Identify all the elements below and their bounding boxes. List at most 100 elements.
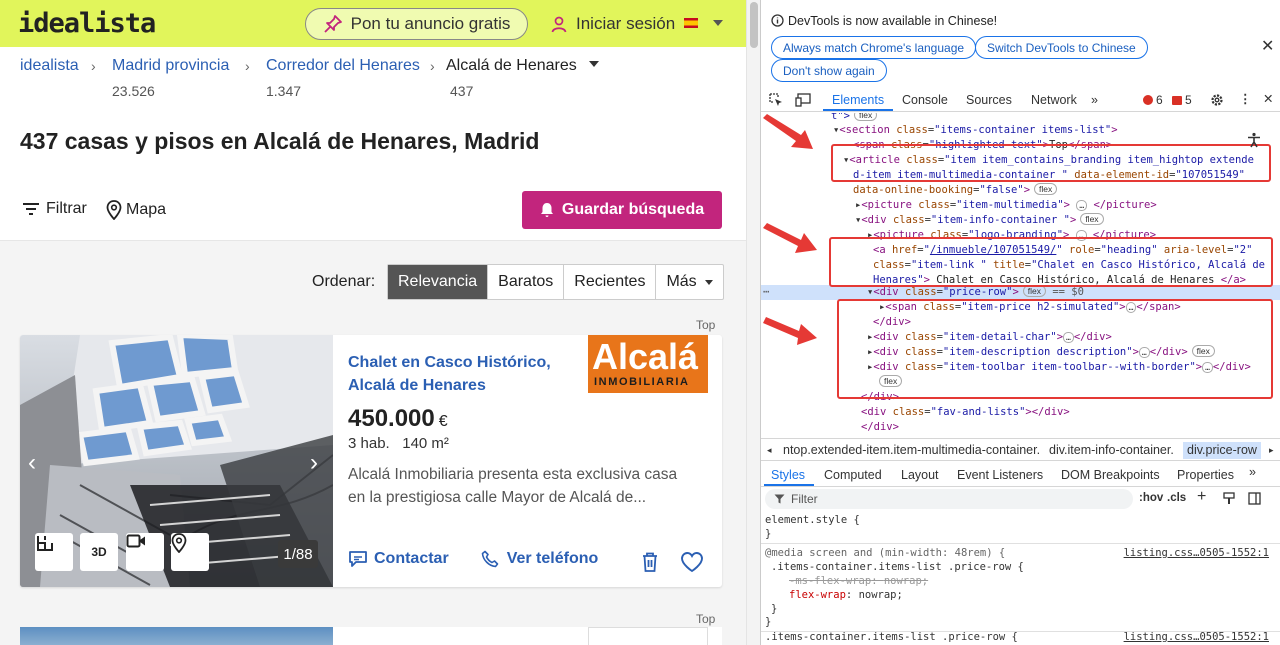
- video-icon[interactable]: [126, 533, 164, 571]
- warning-count[interactable]: 5: [1172, 93, 1192, 107]
- accessibility-icon[interactable]: [1247, 132, 1261, 148]
- filter-button[interactable]: Filtrar: [22, 200, 87, 218]
- sidebar-toggle-icon[interactable]: [1248, 492, 1261, 505]
- flex-badge[interactable]: flex: [1080, 213, 1104, 225]
- save-search-button[interactable]: Guardar búsqueda: [522, 191, 722, 229]
- style-declaration[interactable]: flex-wrap: nowrap;: [789, 588, 903, 603]
- flex-badge[interactable]: flex: [853, 113, 878, 121]
- page-scrollbar[interactable]: [746, 0, 760, 645]
- listing-title-link[interactable]: Chalet en Casco Histórico, Alcalá de Hen…: [348, 351, 563, 397]
- devtools-language-banner: DevTools is now available in Chinese! Al…: [761, 0, 1280, 86]
- sort-option-more[interactable]: Más: [656, 265, 722, 299]
- breadcrumb-item-province[interactable]: Madrid provincia 23.526: [112, 57, 229, 99]
- page-title: 437 casas y pisos en Alcalá de Henares, …: [20, 128, 540, 154]
- dom-line[interactable]: ▾<section class="items-container items-l…: [833, 123, 1118, 138]
- style-declaration-overridden[interactable]: -ms-flex-wrap: nowrap;: [789, 574, 928, 589]
- close-devtools-icon[interactable]: ✕: [1263, 91, 1273, 106]
- style-rule-close: }: [765, 616, 772, 628]
- tab-computed[interactable]: Computed: [824, 468, 882, 482]
- publish-ad-button[interactable]: Pon tu anuncio gratis: [305, 8, 528, 40]
- style-rule-selector[interactable]: .items-container.items-list .price-row {: [771, 560, 1024, 575]
- login-link[interactable]: Iniciar sesión: [550, 14, 675, 34]
- switch-language-button[interactable]: Switch DevTools to Chinese: [975, 36, 1148, 59]
- filter-funnel-icon: [774, 494, 785, 504]
- agency-logo[interactable]: [588, 627, 708, 645]
- scrollbar-thumb[interactable]: [750, 2, 758, 48]
- style-source-link[interactable]: listing.css…0505-1552:1: [1124, 631, 1269, 643]
- close-icon[interactable]: ✕: [1261, 36, 1274, 56]
- breadcrumb-item-current[interactable]: Alcalá de Henares 437: [446, 57, 600, 99]
- agency-logo-subtitle: INMOBILIARIA: [594, 376, 690, 388]
- idealista-logo[interactable]: idealista: [18, 8, 156, 39]
- styles-filter-input[interactable]: Filter: [765, 489, 1133, 509]
- dont-show-again-button[interactable]: Don't show again: [771, 59, 887, 82]
- tab-network[interactable]: Network: [1031, 93, 1077, 107]
- kebab-menu-icon[interactable]: ⋮: [1239, 91, 1252, 106]
- listing-card: ‹ › 3D 1/88 Chalet en Casco Histórico, A…: [20, 335, 722, 587]
- hover-state-toggle[interactable]: :hov: [1139, 492, 1163, 504]
- breadcrumb-link[interactable]: Madrid provincia: [112, 57, 229, 77]
- tab-sources[interactable]: Sources: [966, 93, 1012, 107]
- spain-flag-icon[interactable]: [684, 18, 698, 28]
- next-photo-icon[interactable]: ›: [310, 449, 318, 477]
- 3d-tour-icon[interactable]: 3D: [80, 533, 118, 571]
- tab-event-listeners[interactable]: Event Listeners: [957, 468, 1043, 482]
- tab-styles[interactable]: Styles: [771, 468, 805, 482]
- tab-console[interactable]: Console: [902, 93, 948, 107]
- scroll-left-icon[interactable]: ◂: [767, 445, 772, 456]
- tab-elements[interactable]: Elements: [832, 93, 884, 107]
- floor-plan-icon[interactable]: [35, 533, 73, 571]
- style-rule-selector[interactable]: element.style {: [765, 513, 860, 528]
- trash-icon[interactable]: [640, 551, 660, 578]
- more-subtabs-icon[interactable]: »: [1249, 465, 1256, 479]
- listing-photo[interactable]: ‹ › 3D 1/88: [20, 335, 333, 587]
- prev-photo-icon[interactable]: ‹: [28, 449, 36, 477]
- breadcrumb-item-idealista[interactable]: idealista: [20, 57, 79, 77]
- more-tabs-icon[interactable]: »: [1091, 93, 1098, 107]
- tab-dom-breakpoints[interactable]: DOM Breakpoints: [1061, 468, 1160, 482]
- listing-photo[interactable]: [20, 627, 333, 645]
- dom-line[interactable]: ▸<picture class="item-multimedia"> … </p…: [855, 198, 1157, 213]
- style-rule-close: }: [771, 603, 778, 615]
- inspect-icon[interactable]: [769, 93, 783, 107]
- class-toggle[interactable]: .cls: [1167, 492, 1186, 504]
- sort-option-relevance[interactable]: Relevancia: [388, 265, 489, 299]
- dom-crumb[interactable]: div.item-info-container.: [1049, 443, 1174, 457]
- add-rule-icon[interactable]: +: [1197, 488, 1206, 506]
- error-count[interactable]: 6: [1143, 93, 1163, 107]
- breadcrumb-item-corredor[interactable]: Corredor del Henares 1.347: [266, 57, 420, 99]
- scroll-right-icon[interactable]: ▸: [1269, 445, 1274, 456]
- paint-brush-icon[interactable]: [1223, 492, 1235, 505]
- dom-line[interactable]: ▾<div class="item-info-container "> flex: [855, 213, 1104, 228]
- map-button[interactable]: Mapa: [106, 200, 166, 220]
- heart-icon[interactable]: [680, 551, 704, 578]
- breadcrumb-current[interactable]: Alcalá de Henares: [446, 57, 600, 77]
- listing-page: idealista Pon tu anuncio gratis Iniciar …: [0, 0, 746, 645]
- dom-line[interactable]: </div>: [861, 420, 899, 435]
- flex-badge[interactable]: flex: [1034, 183, 1058, 195]
- gear-icon[interactable]: [1210, 93, 1224, 107]
- style-rule-selector[interactable]: .items-container.items-list .price-row {: [765, 630, 1018, 645]
- listing-details: 3 hab. 140 m²: [348, 435, 449, 452]
- listing-description[interactable]: Alcalá Inmobiliaria presenta esta exclus…: [348, 463, 698, 509]
- agency-logo[interactable]: Alcalá INMOBILIARIA: [588, 335, 708, 393]
- location-icon[interactable]: [171, 533, 209, 571]
- tab-properties[interactable]: Properties: [1177, 468, 1234, 482]
- contact-button[interactable]: Contactar: [348, 550, 449, 568]
- dom-line[interactable]: <div class="fav-and-lists"></div>: [861, 405, 1070, 420]
- sort-option-recent[interactable]: Recientes: [564, 265, 657, 299]
- dom-crumb-active[interactable]: div.price-row: [1183, 442, 1261, 459]
- collapsed-content-icon[interactable]: …: [1076, 200, 1088, 211]
- dom-attr-value: item-info-container: [937, 214, 1064, 226]
- breadcrumb-link[interactable]: Corredor del Henares: [266, 57, 420, 77]
- device-toolbar-icon[interactable]: [795, 93, 811, 107]
- match-language-button[interactable]: Always match Chrome's language: [771, 36, 977, 59]
- dom-crumb[interactable]: ntop.extended-item.item-multimedia-conta…: [783, 443, 1040, 457]
- phone-button[interactable]: Ver teléfono: [481, 550, 598, 568]
- style-source-link[interactable]: listing.css…0505-1552:1: [1124, 547, 1269, 559]
- chevron-down-icon[interactable]: [713, 20, 723, 26]
- sort-option-cheapest[interactable]: Baratos: [488, 265, 565, 299]
- breadcrumb-link[interactable]: idealista: [20, 57, 79, 77]
- tab-layout[interactable]: Layout: [901, 468, 939, 482]
- dom-line[interactable]: data-online-booking="false"> flex: [853, 183, 1058, 198]
